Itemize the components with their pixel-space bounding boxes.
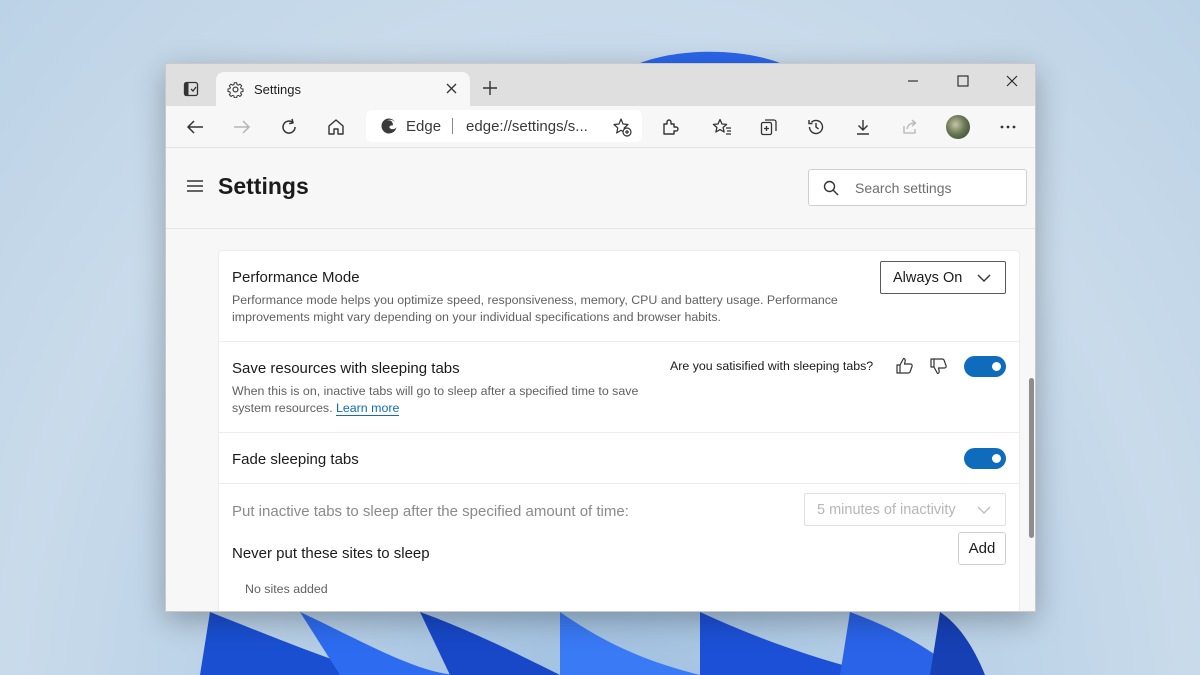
- sleeping-tabs-feedback-question: Are you satisified with sleeping tabs?: [670, 359, 874, 373]
- add-site-button[interactable]: Add: [958, 532, 1006, 565]
- page-title: Settings: [218, 173, 309, 199]
- home-icon[interactable]: [324, 115, 348, 139]
- sleeping-tabs-description-prefix: system resources.: [232, 401, 333, 415]
- toggle-knob: [992, 454, 1001, 463]
- sleeping-tabs-description-line1: When this is on, inactive tabs will go t…: [232, 384, 639, 398]
- performance-mode-dropdown[interactable]: Always On: [880, 261, 1006, 294]
- never-sleep-row: Never put these sites to sleep Add No si…: [219, 531, 1019, 611]
- history-icon[interactable]: [804, 115, 828, 139]
- sleeping-tabs-description-line2: system resources. Learn more: [232, 400, 400, 417]
- sleeping-tabs-row: Save resources with sleeping tabs When t…: [219, 342, 1019, 433]
- profile-avatar[interactable]: [946, 115, 970, 139]
- close-tab-icon[interactable]: [444, 81, 458, 95]
- scrollbar[interactable]: [1027, 230, 1035, 611]
- forward-arrow-icon[interactable]: [230, 115, 254, 139]
- back-arrow-icon[interactable]: [183, 115, 207, 139]
- never-sleep-title: Never put these sites to sleep: [232, 545, 430, 562]
- toolbar: Edge edge://settings/s...: [166, 106, 1035, 148]
- hamburger-menu-icon[interactable]: [186, 179, 204, 193]
- scrollbar-thumb[interactable]: [1029, 378, 1034, 538]
- thumbs-up-icon[interactable]: [895, 356, 915, 376]
- extensions-icon[interactable]: [658, 115, 682, 139]
- site-label: Edge: [406, 117, 442, 135]
- chevron-down-icon: [977, 506, 991, 514]
- browser-window: Settings Edge edge://settings/s... Setti…: [165, 63, 1036, 612]
- performance-mode-row: Performance Mode Performance mode helps …: [219, 251, 1019, 342]
- search-icon: [823, 180, 839, 195]
- performance-mode-description-line1: Performance mode helps you optimize spee…: [232, 293, 838, 307]
- maximize-icon[interactable]: [940, 70, 986, 92]
- new-tab-button[interactable]: [480, 78, 500, 98]
- chevron-down-icon: [977, 274, 991, 282]
- sleep-timeout-label: Put inactive tabs to sleep after the spe…: [232, 503, 629, 520]
- address-bar[interactable]: Edge edge://settings/s...: [366, 110, 642, 142]
- tab-actions-icon[interactable]: [180, 78, 202, 100]
- add-favorite-icon[interactable]: [612, 117, 632, 137]
- downloads-icon[interactable]: [851, 115, 875, 139]
- sleeping-tabs-title: Save resources with sleeping tabs: [232, 360, 460, 377]
- close-icon[interactable]: [989, 70, 1035, 92]
- search-input[interactable]: [855, 179, 1015, 196]
- share-icon[interactable]: [898, 115, 922, 139]
- performance-mode-description-line2: improvements might vary depending on you…: [232, 310, 722, 324]
- learn-more-link[interactable]: Learn more: [335, 401, 400, 416]
- fade-sleeping-tabs-row: Fade sleeping tabs: [219, 433, 1019, 484]
- no-sites-note: No sites added: [245, 582, 328, 596]
- refresh-icon[interactable]: [277, 115, 301, 139]
- tab-settings[interactable]: Settings: [216, 72, 470, 106]
- performance-card: Performance Mode Performance mode helps …: [218, 250, 1020, 611]
- collections-icon[interactable]: [757, 115, 781, 139]
- gear-icon: [226, 80, 244, 98]
- title-bar: Settings: [166, 64, 1035, 106]
- toggle-knob: [992, 362, 1001, 371]
- address-divider: [452, 118, 454, 134]
- edge-logo-icon: [381, 118, 397, 134]
- sleep-timeout-row: Put inactive tabs to sleep after the spe…: [219, 484, 1019, 529]
- sleeping-tabs-toggle[interactable]: [964, 356, 1006, 377]
- thumbs-down-icon[interactable]: [929, 356, 949, 376]
- search-box[interactable]: [808, 169, 1027, 206]
- more-options-icon[interactable]: [996, 115, 1020, 139]
- minimize-icon[interactable]: [890, 70, 936, 92]
- sleep-timeout-selected: 5 minutes of inactivity: [817, 501, 956, 518]
- performance-mode-title: Performance Mode: [232, 269, 360, 286]
- performance-mode-selected: Always On: [893, 269, 963, 286]
- url-text[interactable]: edge://settings/s...: [466, 118, 588, 135]
- fade-sleeping-tabs-toggle[interactable]: [964, 448, 1006, 469]
- tab-title: Settings: [254, 81, 301, 97]
- sleep-timeout-dropdown[interactable]: 5 minutes of inactivity: [804, 493, 1006, 526]
- settings-content: Performance Mode Performance mode helps …: [166, 230, 1035, 611]
- settings-header: Settings: [166, 149, 1035, 229]
- fade-sleeping-tabs-title: Fade sleeping tabs: [232, 451, 359, 468]
- favorites-icon[interactable]: [710, 115, 734, 139]
